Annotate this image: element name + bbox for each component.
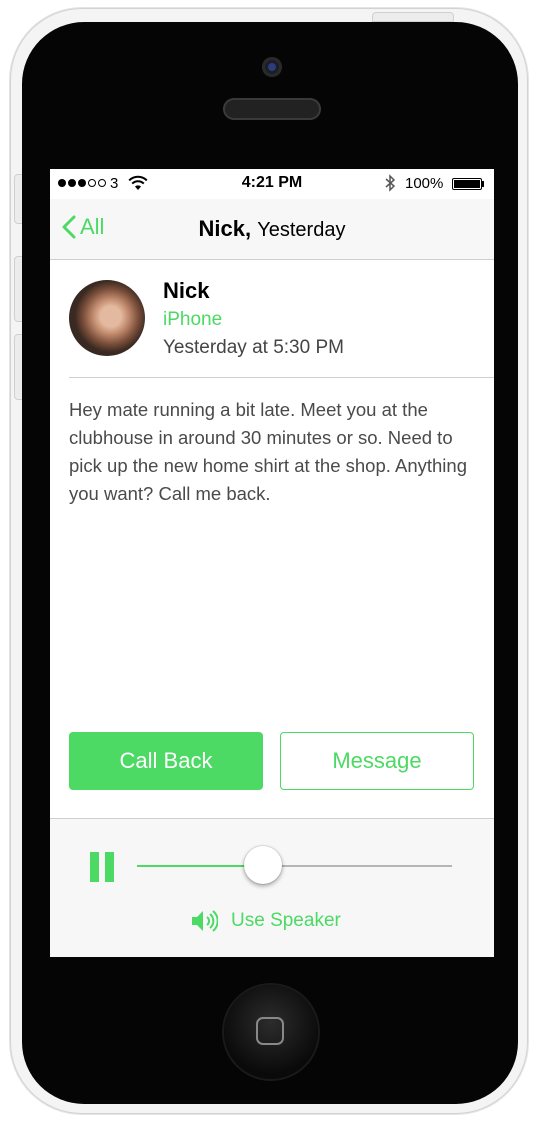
home-button[interactable] bbox=[224, 985, 318, 1079]
page-title-date: Yesterday bbox=[257, 219, 346, 241]
battery-icon bbox=[452, 178, 482, 190]
contact-name: Nick bbox=[163, 278, 210, 303]
audio-player: Use Speaker bbox=[50, 818, 494, 957]
voicemail-timestamp: Yesterday at 5:30 PM bbox=[163, 337, 344, 358]
power-button bbox=[372, 12, 454, 22]
call-back-button[interactable]: Call Back bbox=[69, 732, 263, 790]
status-bar: 3 4:21 PM 100% bbox=[50, 169, 494, 199]
divider bbox=[69, 377, 494, 378]
speaker-icon bbox=[192, 910, 218, 932]
battery-percentage: 100% bbox=[405, 175, 444, 192]
page-title: Nick, Yesterday bbox=[50, 216, 494, 242]
bluetooth-icon bbox=[385, 174, 396, 192]
navigation-bar: All Nick, Yesterday bbox=[50, 199, 494, 260]
use-speaker-button[interactable]: Use Speaker bbox=[190, 908, 341, 934]
contact-device[interactable]: iPhone bbox=[163, 309, 222, 331]
avatar bbox=[69, 280, 145, 356]
use-speaker-label: Use Speaker bbox=[231, 910, 341, 931]
earpiece-speaker bbox=[223, 98, 321, 120]
playback-slider-handle[interactable] bbox=[244, 846, 282, 884]
home-button-icon bbox=[256, 1017, 284, 1045]
voicemail-transcript: Hey mate running a bit late. Meet you at… bbox=[69, 399, 467, 504]
progress-remaining[interactable] bbox=[263, 865, 452, 867]
pause-icon[interactable] bbox=[90, 852, 114, 882]
battery-tip bbox=[482, 181, 484, 187]
camera-icon bbox=[262, 57, 282, 77]
screen: 3 4:21 PM 100% All Nick, Yesterday Nick … bbox=[50, 169, 494, 957]
message-button[interactable]: Message bbox=[280, 732, 474, 790]
page-title-name: Nick, bbox=[198, 216, 252, 241]
